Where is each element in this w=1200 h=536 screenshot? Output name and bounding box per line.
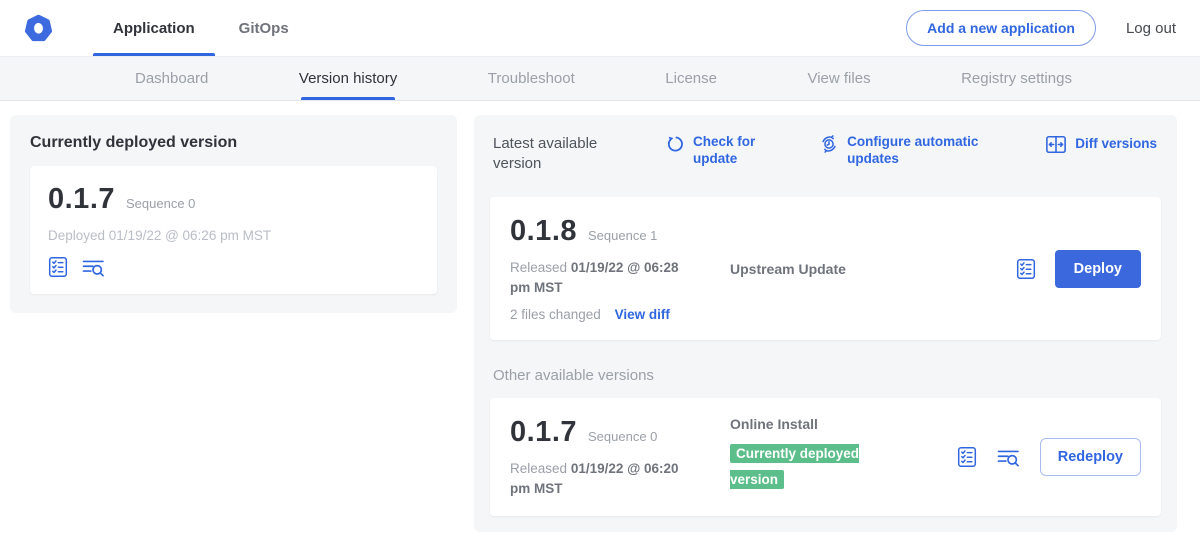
other-version-source: Online Install Currently deployed versio… — [728, 416, 957, 498]
diff-versions-button[interactable]: Diff versions — [1045, 134, 1157, 155]
subnav-license-label: License — [665, 70, 717, 87]
subnav-troubleshoot-label: Troubleshoot — [488, 70, 575, 87]
main-content: Currently deployed version 0.1.7 Sequenc… — [0, 101, 1200, 532]
other-released-timestamp: Released 01/19/22 @ 06:20 pm MST — [510, 459, 702, 498]
latest-sequence-label: Sequence 1 — [588, 228, 657, 243]
other-versions-heading: Other available versions — [493, 367, 1158, 384]
files-changed-count: 2 files changed — [510, 307, 601, 322]
deployed-sequence-label: Sequence 0 — [126, 196, 195, 211]
configure-automatic-updates-label: Configure automatic updates — [847, 134, 997, 168]
preflight-checklist-icon[interactable] — [48, 256, 68, 278]
deploy-logs-icon[interactable] — [996, 447, 1021, 468]
subnav-item-view-files[interactable]: View files — [807, 57, 870, 100]
other-version-actions: Redeploy — [957, 416, 1141, 498]
latest-available-title: Latest available version — [493, 134, 625, 173]
other-version-info: 0.1.7 Sequence 0 Released 01/19/22 @ 06:… — [510, 416, 728, 498]
currently-deployed-title: Currently deployed version — [30, 134, 437, 152]
tab-application-label: Application — [113, 20, 195, 37]
app-logo-icon[interactable] — [24, 14, 53, 43]
subnav-dashboard-label: Dashboard — [135, 70, 208, 87]
latest-files-row: 2 files changed View diff — [510, 307, 728, 322]
latest-version-number: 0.1.8 — [510, 215, 577, 248]
deployed-version-card: 0.1.7 Sequence 0 Deployed 01/19/22 @ 06:… — [30, 166, 437, 294]
subnav-version-history-label: Version history — [299, 70, 397, 87]
tab-gitops-label: GitOps — [239, 20, 289, 37]
redeploy-button[interactable]: Redeploy — [1040, 438, 1141, 476]
add-application-button[interactable]: Add a new application — [906, 10, 1096, 46]
subnav-registry-settings-label: Registry settings — [961, 70, 1072, 87]
check-for-update-label: Check for update — [693, 134, 771, 168]
refresh-icon — [665, 134, 685, 154]
tab-application[interactable]: Application — [91, 0, 217, 56]
subnav-view-files-label: View files — [807, 70, 870, 87]
check-for-update-button[interactable]: Check for update — [665, 134, 771, 168]
subnav-item-registry-settings[interactable]: Registry settings — [961, 57, 1072, 100]
other-version-card: 0.1.7 Sequence 0 Released 01/19/22 @ 06:… — [490, 398, 1161, 516]
tab-gitops[interactable]: GitOps — [217, 0, 311, 56]
latest-version-info: 0.1.8 Sequence 1 Released 01/19/22 @ 06:… — [510, 215, 728, 322]
header-tabs: Application GitOps — [91, 0, 311, 56]
latest-version-actions: Deploy — [1016, 215, 1141, 322]
deploy-button[interactable]: Deploy — [1055, 250, 1141, 288]
diff-versions-label: Diff versions — [1075, 136, 1157, 153]
other-version-number: 0.1.7 — [510, 416, 577, 449]
diff-panes-icon — [1045, 134, 1067, 155]
available-panel-actions: Check for update Configure automa — [665, 134, 1157, 168]
top-header: Application GitOps Add a new application… — [0, 0, 1200, 57]
other-source-label: Online Install — [730, 416, 957, 432]
preflight-checklist-icon[interactable] — [1016, 258, 1036, 280]
deploy-logs-icon[interactable] — [81, 257, 106, 278]
view-diff-link[interactable]: View diff — [615, 307, 670, 322]
logout-link[interactable]: Log out — [1126, 20, 1176, 37]
app-subnav: Dashboard Version history Troubleshoot L… — [0, 57, 1200, 101]
active-subnav-underline — [301, 97, 395, 100]
preflight-checklist-icon[interactable] — [957, 446, 977, 468]
active-tab-underline — [93, 53, 215, 56]
latest-source-label: Upstream Update — [730, 261, 846, 277]
currently-deployed-panel: Currently deployed version 0.1.7 Sequenc… — [10, 115, 457, 313]
released-prefix: Released — [510, 260, 567, 275]
released-prefix: Released — [510, 461, 567, 476]
other-sequence-label: Sequence 0 — [588, 429, 657, 444]
latest-version-source: Upstream Update — [728, 215, 1016, 322]
currently-deployed-badge-wrap: Currently deployed version — [730, 441, 888, 492]
deployed-timestamp: Deployed 01/19/22 @ 06:26 pm MST — [48, 228, 419, 243]
available-versions-panel: Latest available version Check for updat… — [474, 115, 1177, 532]
subnav-item-dashboard[interactable]: Dashboard — [135, 57, 208, 100]
deployed-version-number: 0.1.7 — [48, 183, 115, 216]
subnav-item-license[interactable]: License — [665, 57, 717, 100]
subnav-item-version-history[interactable]: Version history — [299, 57, 397, 100]
deployed-version-row: 0.1.7 Sequence 0 — [48, 183, 419, 216]
schedule-clock-icon — [819, 134, 839, 154]
latest-version-card: 0.1.8 Sequence 1 Released 01/19/22 @ 06:… — [490, 197, 1161, 340]
configure-automatic-updates-button[interactable]: Configure automatic updates — [819, 134, 997, 168]
subnav-item-troubleshoot[interactable]: Troubleshoot — [488, 57, 575, 100]
latest-released-timestamp: Released 01/19/22 @ 06:28 pm MST — [510, 258, 702, 297]
available-panel-header: Latest available version Check for updat… — [490, 131, 1161, 173]
currently-deployed-badge: Currently deployed version — [730, 444, 859, 489]
deployed-card-actions — [48, 256, 419, 278]
